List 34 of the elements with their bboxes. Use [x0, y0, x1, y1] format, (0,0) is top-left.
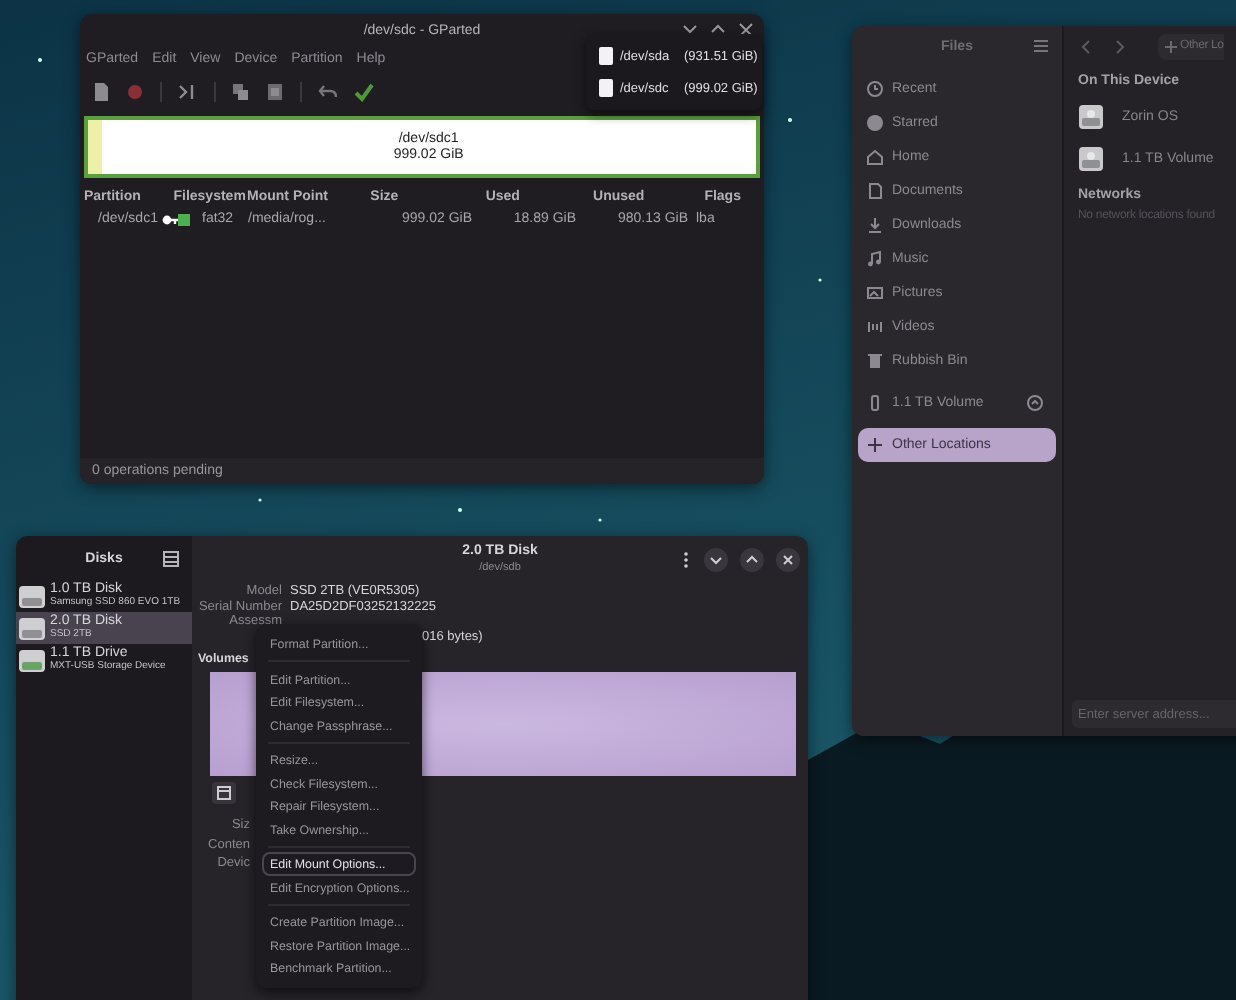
drive-icon [18, 583, 46, 609]
film-icon [866, 318, 884, 336]
check-icon[interactable] [354, 82, 374, 102]
drive-icon [18, 615, 46, 641]
document-icon [866, 182, 884, 200]
image-icon [866, 284, 884, 302]
key-icon [161, 213, 178, 225]
eject-icon[interactable] [1026, 394, 1044, 412]
minimize-icon[interactable] [704, 548, 728, 572]
clock-icon [866, 80, 884, 98]
close-icon[interactable] [776, 548, 800, 572]
usb-drive-icon [18, 647, 46, 673]
drive-icon [1078, 104, 1104, 130]
maximize-icon[interactable] [740, 548, 764, 572]
close-icon[interactable] [736, 20, 756, 38]
menu-icon[interactable] [162, 550, 180, 568]
drive-icon [1078, 146, 1104, 172]
plus-icon [1164, 39, 1178, 53]
resize-icon[interactable] [178, 82, 198, 102]
paste-icon[interactable] [266, 82, 284, 102]
filesystem-swatch [178, 213, 190, 225]
trash-icon [866, 352, 884, 370]
drive-icon [866, 394, 884, 412]
home-icon [866, 148, 884, 166]
download-icon [866, 216, 884, 234]
more-options-icon[interactable] [680, 550, 692, 570]
minimize-icon[interactable] [680, 20, 700, 38]
partition-options-icon[interactable] [212, 782, 236, 804]
plus-icon [866, 436, 884, 454]
maximize-icon[interactable] [708, 20, 728, 38]
new-document-icon[interactable] [92, 82, 110, 102]
copy-icon[interactable] [232, 82, 250, 102]
undo-icon[interactable] [318, 82, 338, 102]
music-note-icon [866, 250, 884, 268]
